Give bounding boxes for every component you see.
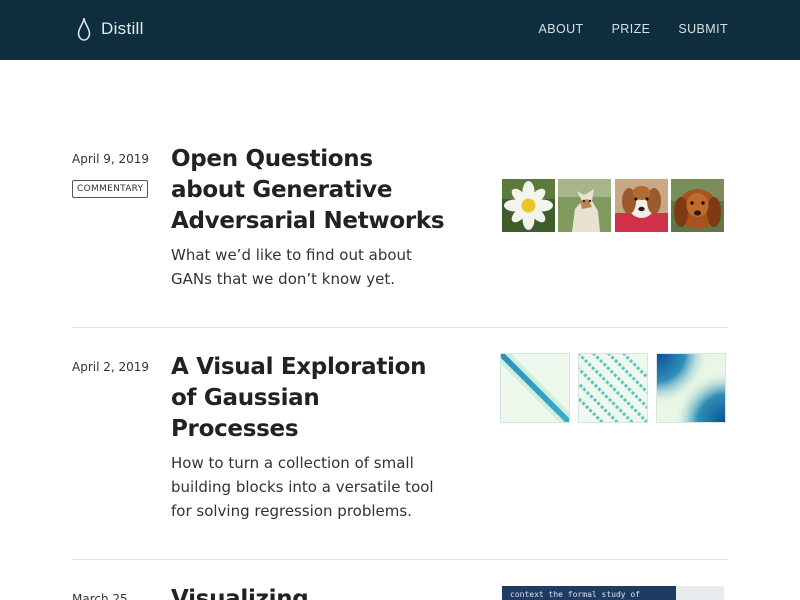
post-thumbnail-gans[interactable]: [502, 179, 724, 232]
post-description: How to turn a collection of small buildi…: [171, 454, 434, 520]
post-description: What we’d like to find out about GANs th…: [171, 246, 412, 288]
gan-samples-image: [502, 179, 724, 232]
post-divider: [72, 559, 728, 560]
nav-about-link[interactable]: ABOUT: [539, 22, 584, 36]
post-date: March 25: [72, 592, 128, 600]
post-date: April 2, 2019: [72, 360, 150, 374]
nav-submit-link[interactable]: SUBMIT: [678, 22, 728, 36]
site-header: Distill ABOUT PRIZE SUBMIT: [0, 0, 800, 60]
code-preview-image: context the formal study of: [502, 586, 724, 600]
post-thumbnail-visualizing[interactable]: context the formal study of: [502, 586, 724, 600]
home-logo-link[interactable]: Distill: [77, 16, 144, 42]
post-date: April 9, 2019: [72, 152, 150, 166]
post-title[interactable]: A Visual Exploration of Gaussian Process…: [171, 352, 446, 445]
post-title[interactable]: Open Questions about Generative Adversar…: [171, 144, 446, 237]
kernel-matrices-image: [500, 353, 726, 423]
post-divider: [72, 327, 728, 328]
nav-prize-link[interactable]: PRIZE: [612, 22, 651, 36]
post-thumbnail-gaussian-processes[interactable]: [500, 353, 726, 423]
code-preview-text: context the formal study of: [510, 590, 641, 599]
site-name: Distill: [101, 19, 144, 38]
main-nav: ABOUT PRIZE SUBMIT: [539, 22, 729, 36]
post-title[interactable]: Visualizing: [171, 584, 446, 600]
post-badge-commentary: COMMENTARY: [72, 180, 149, 198]
droplet-icon: [77, 17, 91, 41]
